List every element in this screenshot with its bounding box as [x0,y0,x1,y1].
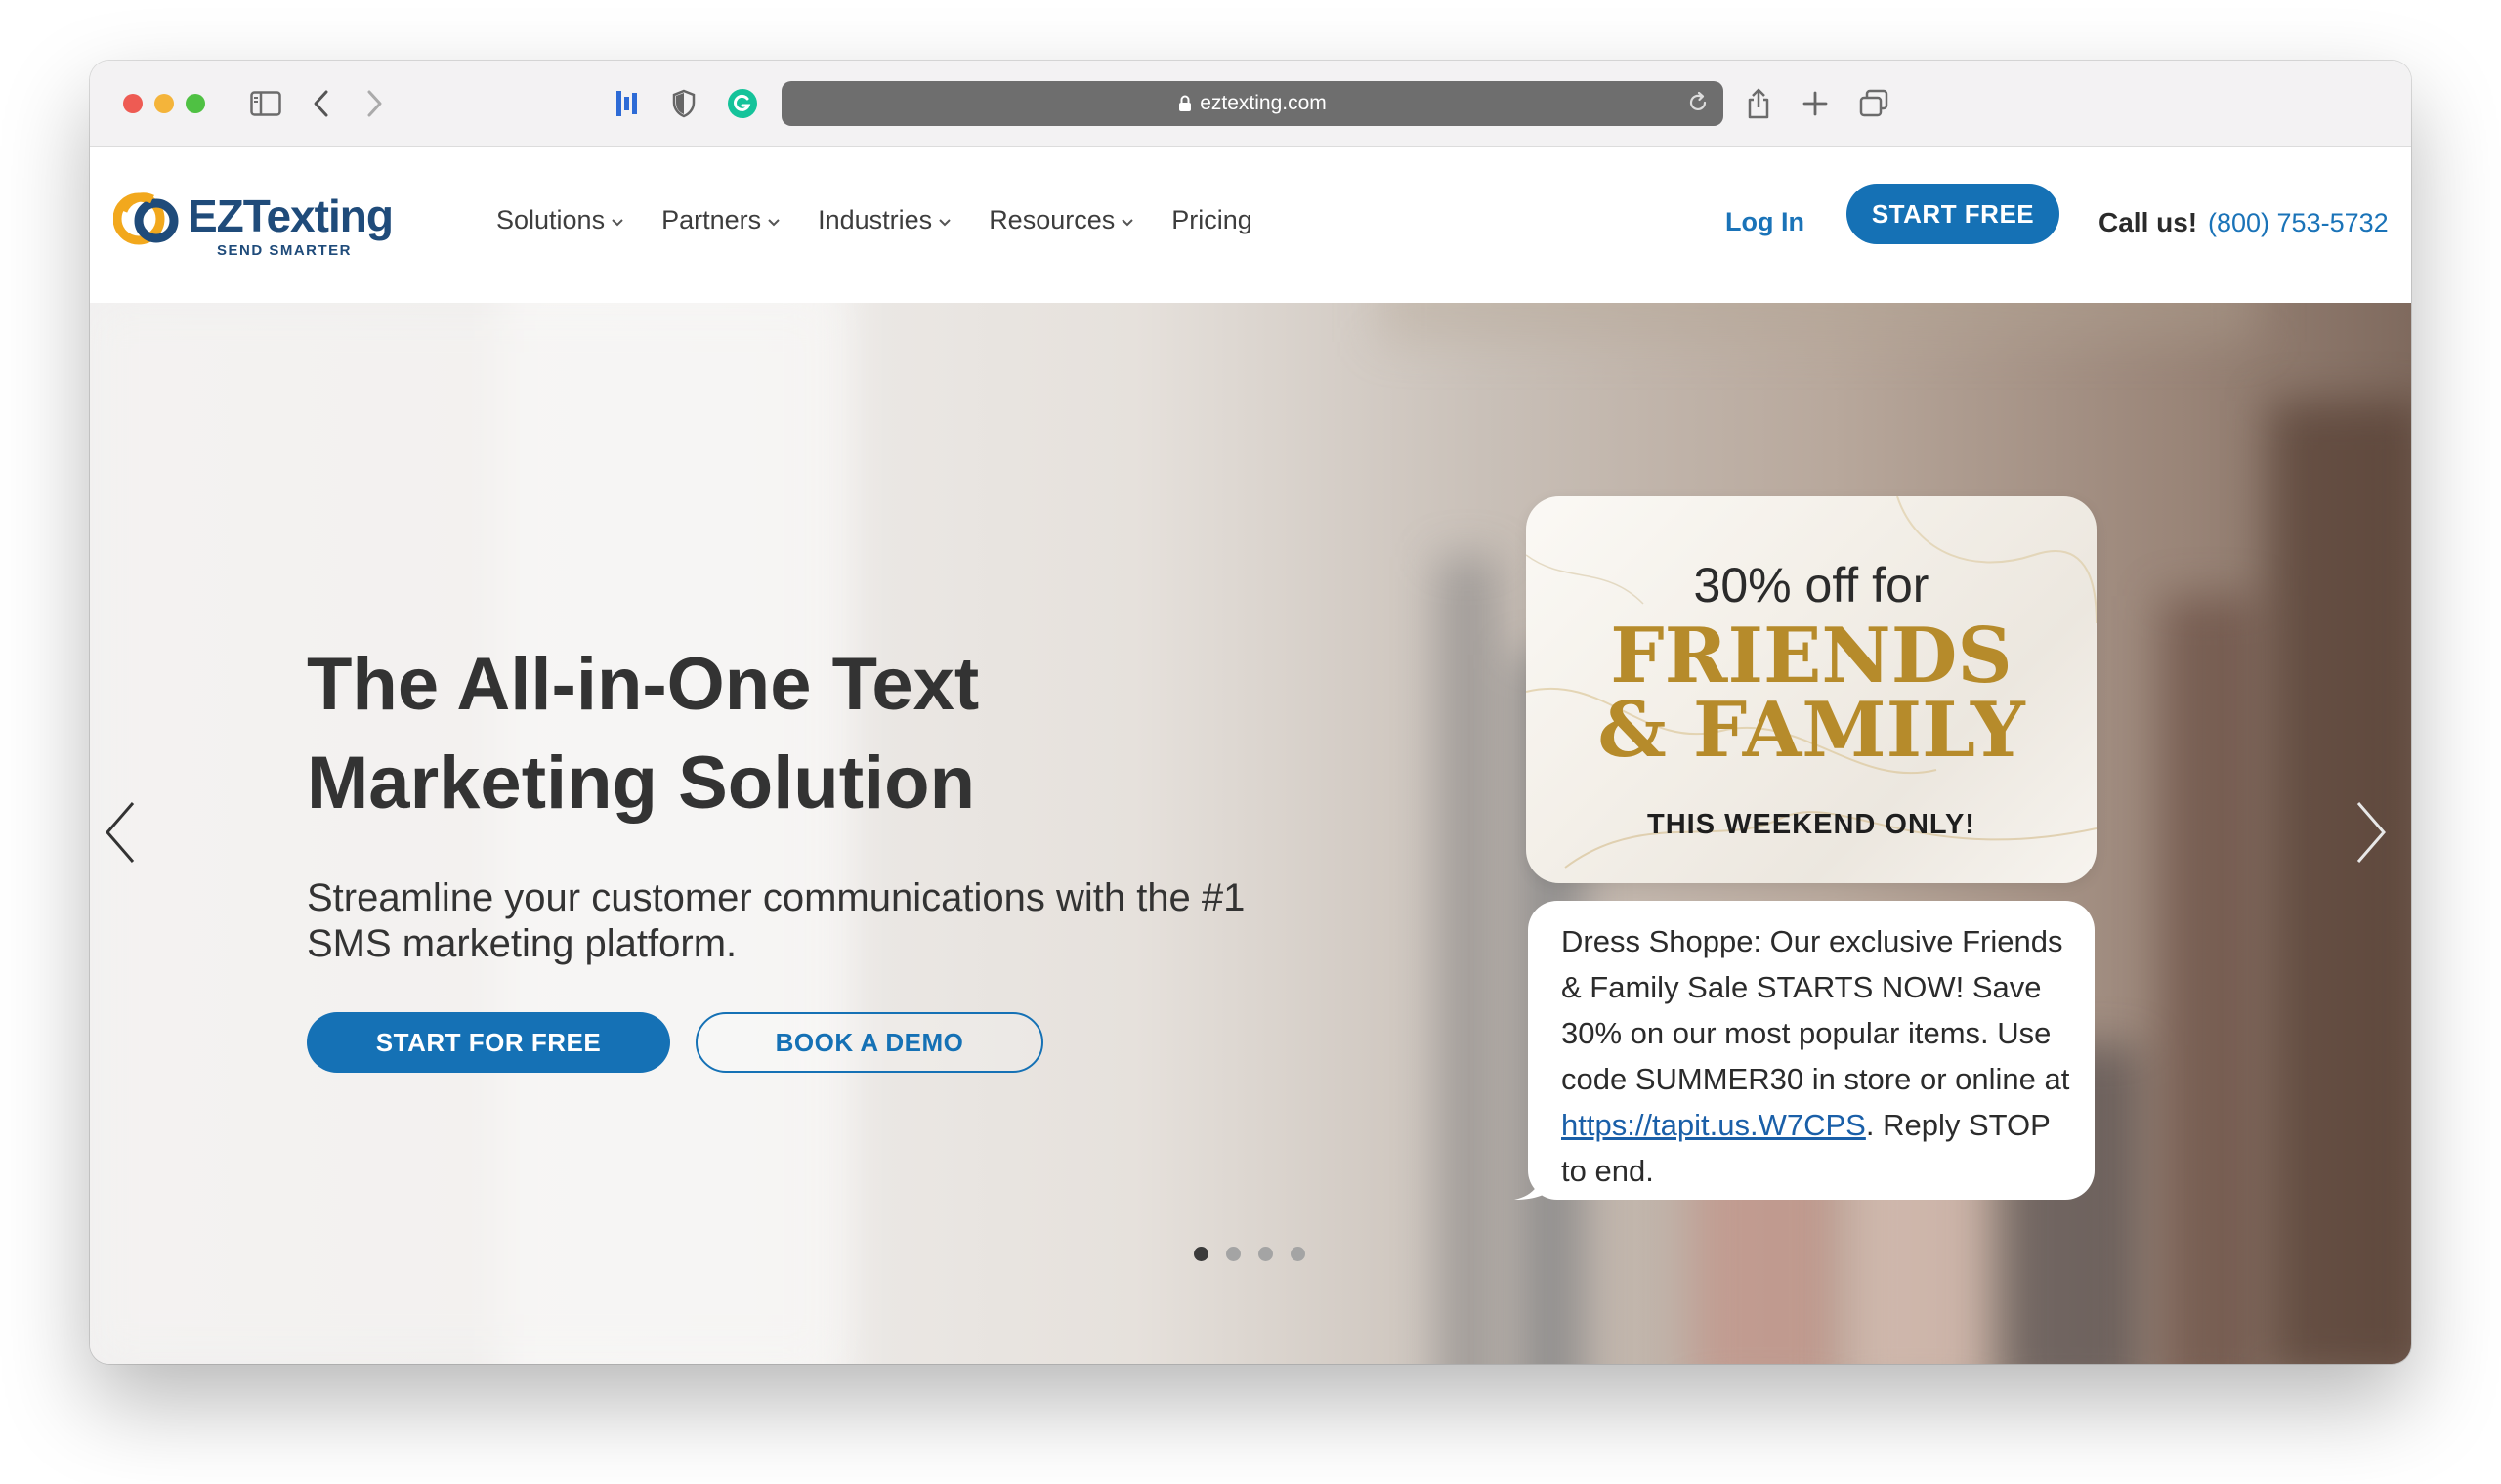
book-a-demo-button[interactable]: BOOK A DEMO [696,1012,1043,1073]
carousel-next-arrow[interactable] [2354,801,2388,869]
site-header: EZTexting SEND SMARTER Solutions Partner… [90,147,2411,303]
chevron-down-icon [612,218,623,226]
sms-link[interactable]: https://tapit.us.W7CPS [1561,1108,1866,1142]
login-link[interactable]: Log In [1725,207,1804,237]
grammarly-icon[interactable] [725,82,760,125]
share-icon[interactable] [1739,82,1778,125]
phone-link[interactable]: (800) 753-5732 [2208,208,2389,238]
promo-headline: FRIENDS & FAMILY [1526,612,2097,775]
nav-label: Pricing [1171,205,1252,234]
carousel-dot-3[interactable] [1258,1247,1273,1261]
call-us-label: Call us! [2098,207,2198,237]
extension-bars-icon[interactable] [610,82,645,125]
promo-headline-1: FRIENDS [1610,612,2013,700]
carousel-dot-4[interactable] [1291,1247,1305,1261]
carousel-dot-2[interactable] [1226,1247,1241,1261]
back-arrow-icon[interactable] [303,82,338,125]
sms-text: Dress Shoppe: Our exclusive Friends & Fa… [1561,924,2070,1096]
carousel-dots [1194,1247,1305,1261]
nav-item-resources[interactable]: Resources [989,205,1134,235]
url-text: eztexting.com [1200,92,1327,114]
hero-subtitle: Streamline your customer communications … [307,876,1246,965]
nav-item-industries[interactable]: Industries [818,205,952,235]
main-nav: Solutions Partners Industries Resources … [496,205,1252,235]
logo-ez: EZ [188,191,244,241]
extension-shield-icon[interactable] [666,82,701,125]
address-bar[interactable]: eztexting.com [782,81,1723,126]
chevron-down-icon [1122,218,1133,226]
sidebar-toggle-icon[interactable] [248,82,283,125]
close-window-button[interactable] [123,94,143,113]
logo-wordmark: EZTexting [188,190,394,242]
nav-label: Partners [661,205,762,234]
nav-label: Industries [818,205,933,234]
start-free-button[interactable]: START FREE [1846,184,2059,244]
nav-item-pricing[interactable]: Pricing [1171,205,1252,235]
nav-label: Solutions [496,205,606,234]
nav-item-partners[interactable]: Partners [661,205,781,235]
reload-icon[interactable] [1686,91,1710,120]
forward-arrow-icon[interactable] [358,82,393,125]
eztexting-logo[interactable]: EZTexting SEND SMARTER [113,188,406,266]
nav-item-solutions[interactable]: Solutions [496,205,624,235]
hero-title: The All-in-One Text Marketing Solution [307,643,980,825]
logo-texting: Texting [242,191,394,241]
new-tab-icon[interactable] [1796,82,1835,125]
promo-headline-2: & FAMILY [1597,686,2025,775]
chevron-down-icon [939,218,951,226]
lock-icon [1178,95,1192,112]
logo-tagline: SEND SMARTER [217,242,353,259]
browser-window: eztexting.com EZTexting SEND SMARTER Sol… [90,61,2411,1364]
promo-discount: 30% off for [1693,558,1929,613]
minimize-window-button[interactable] [154,94,174,113]
sms-message-bubble: Dress Shoppe: Our exclusive Friends & Fa… [1528,901,2095,1200]
chevron-down-icon [768,218,780,226]
promo-image-card: 30% off for FRIENDS & FAMILY THIS WEEKEN… [1526,496,2097,883]
browser-toolbar: eztexting.com [90,61,2411,147]
carousel-prev-arrow[interactable] [104,801,137,869]
promo-subline: THIS WEEKEND ONLY! [1647,809,1975,840]
tab-overview-icon[interactable] [1854,82,1893,125]
start-for-free-button[interactable]: START FOR FREE [307,1012,670,1073]
carousel-dot-1[interactable] [1194,1247,1208,1261]
zoom-window-button[interactable] [186,94,205,113]
nav-label: Resources [989,205,1116,234]
hero-section: The All-in-One Text Marketing Solution S… [90,303,2411,1364]
